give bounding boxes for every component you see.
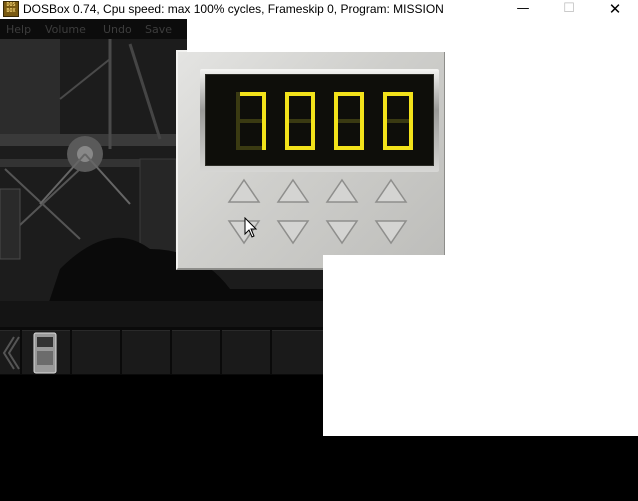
scroll-left-icon: [2, 336, 20, 370]
menu-save[interactable]: Save: [145, 23, 172, 36]
digit-2-down-arrow-button[interactable]: [276, 220, 310, 245]
digit-4-up-arrow-button[interactable]: [374, 178, 408, 203]
game-menu-bar: Help Volume Undo Save: [0, 19, 200, 41]
title-bar[interactable]: DOS BOX DOSBox 0.74, Cpu speed: max 100%…: [0, 0, 638, 19]
inventory-slot[interactable]: [172, 330, 220, 374]
dosbox-app-icon[interactable]: DOS BOX: [3, 1, 19, 17]
combination-lock-panel: 7000: [176, 50, 445, 270]
digit-2-up-arrow-button[interactable]: [276, 178, 310, 203]
digit-3-up-arrow-button[interactable]: [325, 178, 359, 203]
inventory-slot[interactable]: [122, 330, 170, 374]
menu-volume[interactable]: Volume: [45, 23, 86, 36]
digit-1-up-arrow-button[interactable]: [227, 178, 261, 203]
inventory-slot[interactable]: [222, 330, 270, 374]
blank-region: [323, 255, 638, 436]
maximize-button[interactable]: ☐: [546, 0, 592, 19]
blank-region: [445, 52, 638, 255]
inventory-slot[interactable]: [22, 330, 70, 374]
inventory-bar: [0, 327, 323, 375]
menu-undo[interactable]: Undo: [103, 23, 132, 36]
close-button[interactable]: ✕: [592, 0, 638, 19]
minimize-button[interactable]: —: [500, 0, 546, 19]
blank-region: [187, 19, 638, 52]
handheld-device-icon: [33, 332, 57, 374]
mouse-pointer-icon: [244, 217, 258, 238]
dos-screen[interactable]: Help Volume Undo Save 7 0 0 0: [0, 19, 638, 501]
inventory-slot[interactable]: [72, 330, 120, 374]
menu-help[interactable]: Help: [6, 23, 31, 36]
window-title: DOSBox 0.74, Cpu speed: max 100% cycles,…: [23, 2, 444, 16]
icon-text-bottom: BOX: [6, 8, 16, 14]
arrow-buttons: [227, 178, 408, 245]
inventory-scroll-left[interactable]: [0, 330, 20, 374]
digit-4-down-arrow-button[interactable]: [374, 220, 408, 245]
inventory-slot[interactable]: [272, 330, 323, 374]
digit-3-down-arrow-button[interactable]: [325, 220, 359, 245]
